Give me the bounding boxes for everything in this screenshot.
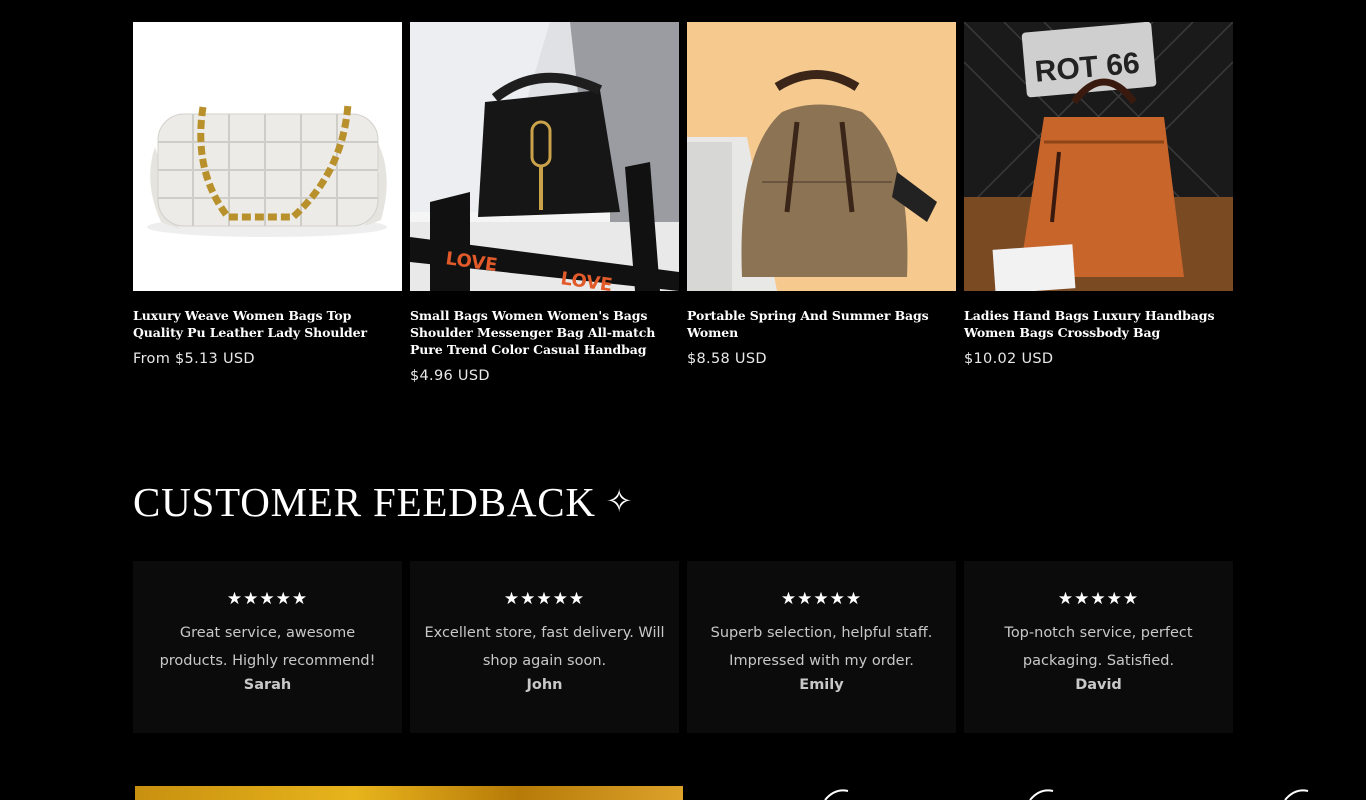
product-grid: Luxury Weave Women Bags Top Quality Pu L… (133, 22, 1233, 384)
review-text: Excellent store, fast delivery. Will sho… (424, 625, 665, 669)
script-decoration-icon (1029, 789, 1054, 800)
review-grid: ★★★★★ Great service, awesome products. H… (133, 561, 1233, 733)
review-text: Great service, awesome products. Highly … (159, 625, 376, 669)
reviewer-name: John (526, 677, 563, 693)
review-text: Superb selection, helpful staff. Impress… (710, 625, 933, 669)
script-decoration-icon (824, 789, 849, 800)
review-card: ★★★★★ Excellent store, fast delivery. Wi… (410, 561, 679, 733)
review-card: ★★★★★ Superb selection, helpful staff. I… (687, 561, 956, 733)
product-price: From $5.13 USD (133, 351, 255, 367)
product-price: $8.58 USD (687, 351, 767, 367)
customer-feedback-heading: CUSTOMER FEEDBACK ✧ (133, 478, 633, 526)
product-price: $10.02 USD (964, 351, 1054, 367)
product-card[interactable]: ROT 66 Ladies Hand Bags Luxury Handbags … (964, 22, 1233, 384)
product-card[interactable]: Luxury Weave Women Bags Top Quality Pu L… (133, 22, 402, 384)
sparkle-icon: ✧ (605, 483, 634, 519)
product-title[interactable]: Portable Spring And Summer Bags Women (687, 307, 956, 341)
product-title[interactable]: Small Bags Women Women's Bags Shoulder M… (410, 307, 679, 358)
product-title[interactable]: Ladies Hand Bags Luxury Handbags Women B… (964, 307, 1233, 341)
star-rating-icon: ★★★★★ (1057, 589, 1140, 609)
product-image-white-woven-bag[interactable] (133, 22, 402, 291)
product-card[interactable]: Portable Spring And Summer Bags Women $8… (687, 22, 956, 384)
product-image-taupe-handbag[interactable] (687, 22, 956, 291)
product-price: $4.96 USD (410, 368, 490, 384)
script-decoration-icon (1284, 789, 1309, 800)
product-card[interactable]: LOVE LOVE Small Bags Women Women's Bags … (410, 22, 679, 384)
review-card: ★★★★★ Top-notch service, perfect packagi… (964, 561, 1233, 733)
promo-banner-image[interactable] (135, 786, 683, 800)
product-image-black-bucket-bag[interactable]: LOVE LOVE (410, 22, 679, 291)
product-title[interactable]: Luxury Weave Women Bags Top Quality Pu L… (133, 307, 402, 341)
star-rating-icon: ★★★★★ (503, 589, 586, 609)
review-card: ★★★★★ Great service, awesome products. H… (133, 561, 402, 733)
reviewer-name: David (1075, 677, 1122, 693)
heading-text: CUSTOMER FEEDBACK (133, 479, 596, 525)
reviewer-name: Emily (799, 677, 844, 693)
reviewer-name: Sarah (243, 677, 292, 693)
star-rating-icon: ★★★★★ (780, 589, 863, 609)
star-rating-icon: ★★★★★ (226, 589, 309, 609)
product-image-orange-tote[interactable]: ROT 66 (964, 22, 1233, 291)
review-text: Top-notch service, perfect packaging. Sa… (1004, 625, 1193, 669)
